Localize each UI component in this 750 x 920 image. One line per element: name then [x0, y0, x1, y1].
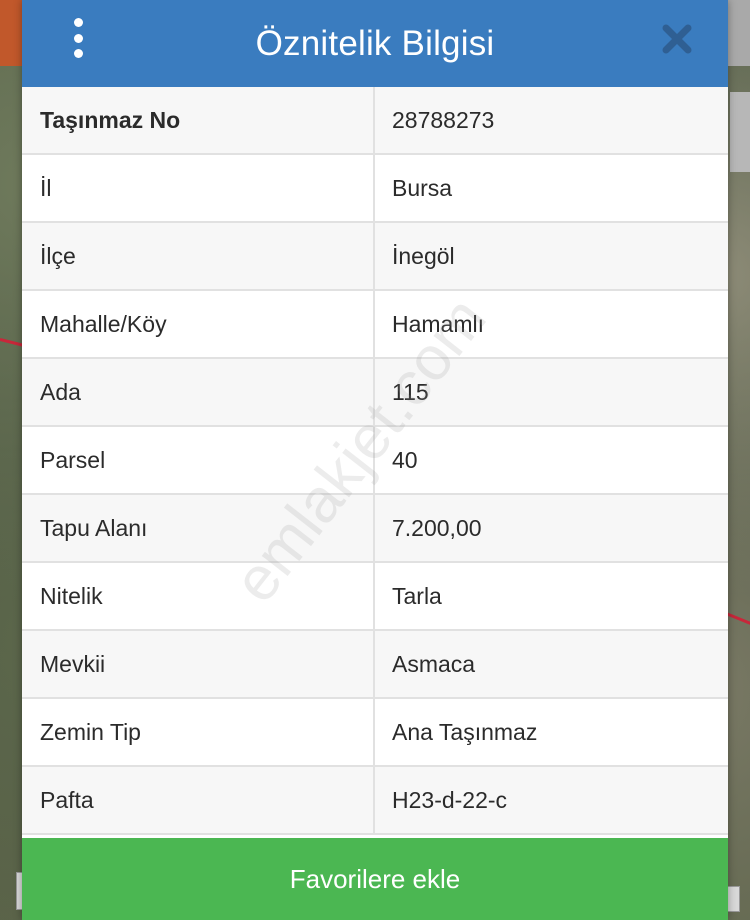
- attribute-value: Ana Taşınmaz: [392, 718, 538, 745]
- attribute-value: Hamamlı: [392, 310, 485, 337]
- attribute-value: Asmaca: [392, 650, 476, 677]
- table-row: Nitelik Tarla: [22, 563, 728, 631]
- attribute-value: Tarla: [392, 582, 442, 609]
- table-row: İlçe İnegöl: [22, 223, 728, 291]
- attribute-key: İl: [22, 155, 375, 221]
- table-row: Parsel 40: [22, 427, 728, 495]
- attribute-value: H23-d-22-c: [392, 786, 508, 813]
- table-row: Mevkii Asmaca: [22, 631, 728, 699]
- attribute-value: 115: [392, 378, 429, 405]
- attribute-key: Taşınmaz No: [22, 87, 375, 153]
- attribute-key: Mevkii: [22, 631, 375, 697]
- attribute-value: İnegöl: [392, 242, 455, 269]
- table-row: Mahalle/Köy Hamamlı: [22, 291, 728, 359]
- map-top-accent: [0, 0, 22, 66]
- attribute-key: Mahalle/Köy: [22, 291, 375, 357]
- attribute-key: İlçe: [22, 223, 375, 289]
- dialog-title: Öznitelik Bilgisi: [255, 23, 495, 63]
- table-row: İl Bursa: [22, 155, 728, 223]
- map-side-control[interactable]: [730, 92, 750, 172]
- table-row: Taşınmaz No 28788273: [22, 87, 728, 155]
- attribute-key: Nitelik: [22, 563, 375, 629]
- attribute-value: 7.200,00: [392, 514, 482, 541]
- table-row: Pafta H23-d-22-c: [22, 767, 728, 835]
- attribute-key: Parsel: [22, 427, 375, 493]
- table-row: Ada 115: [22, 359, 728, 427]
- attribute-value: Bursa: [392, 174, 453, 201]
- close-icon[interactable]: [658, 20, 696, 58]
- attribute-table: Taşınmaz No 28788273 İl Bursa İlçe İnegö…: [22, 87, 728, 835]
- attribute-key: Ada: [22, 359, 375, 425]
- map-corner-control-right[interactable]: [726, 886, 740, 912]
- attribute-value: 40: [392, 446, 418, 473]
- dialog-header: Öznitelik Bilgisi: [22, 0, 728, 87]
- more-vertical-icon[interactable]: [70, 18, 86, 58]
- attribute-value: 28788273: [392, 106, 495, 133]
- attribute-info-dialog: Öznitelik Bilgisi Taşınmaz No 28788273 İ…: [22, 0, 728, 920]
- add-to-favorites-button[interactable]: Favorilere ekle: [22, 838, 728, 920]
- table-row: Tapu Alanı 7.200,00: [22, 495, 728, 563]
- table-row: Zemin Tip Ana Taşınmaz: [22, 699, 728, 767]
- attribute-key: Zemin Tip: [22, 699, 375, 765]
- attribute-key: Pafta: [22, 767, 375, 833]
- attribute-key: Tapu Alanı: [22, 495, 375, 561]
